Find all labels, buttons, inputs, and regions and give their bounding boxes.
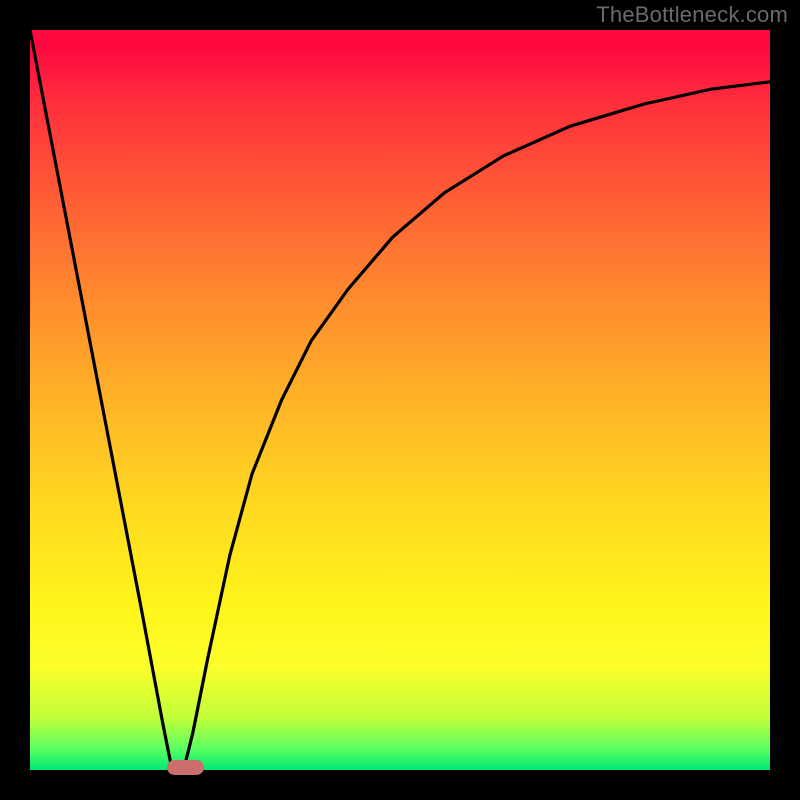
curve-svg bbox=[30, 30, 770, 770]
chart-frame: TheBottleneck.com bbox=[0, 0, 800, 800]
plot-area bbox=[30, 30, 770, 770]
attribution-text: TheBottleneck.com bbox=[596, 2, 788, 28]
bottleneck-curve bbox=[30, 30, 770, 770]
optimum-marker bbox=[167, 760, 204, 775]
